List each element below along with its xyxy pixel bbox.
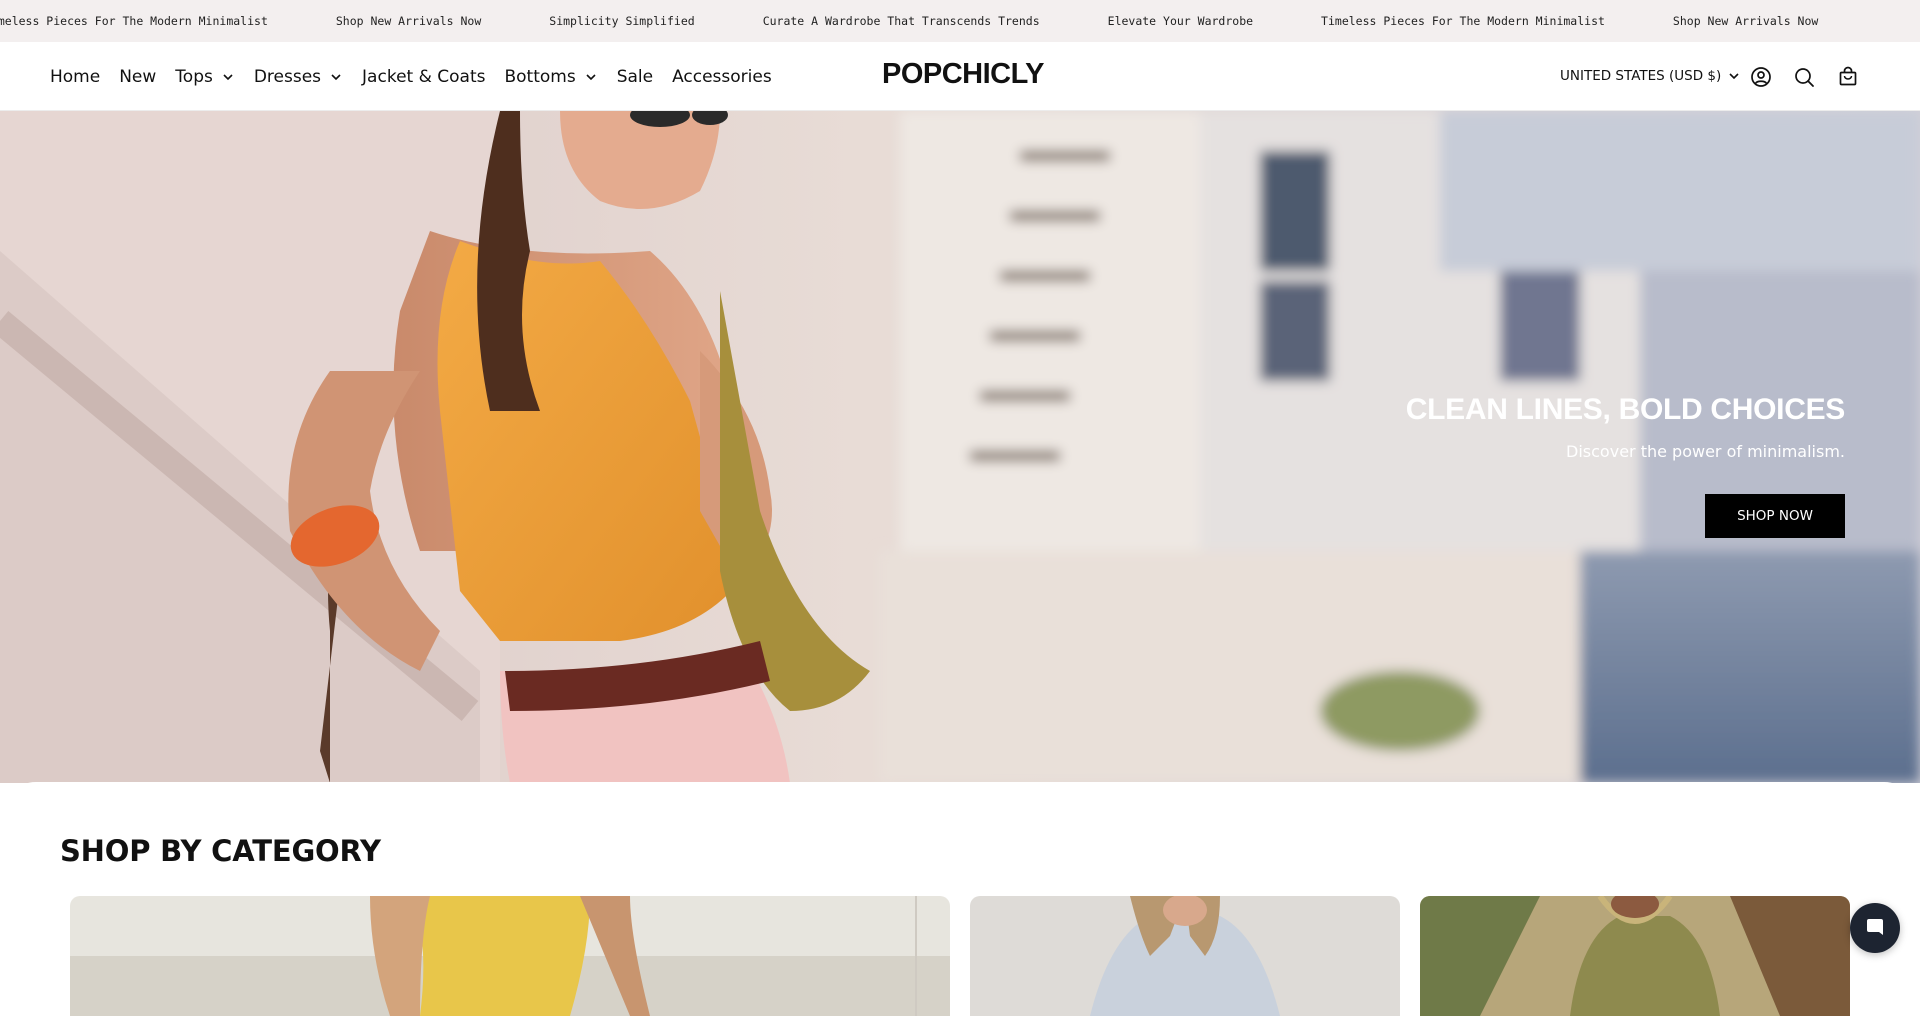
announcement-item: Timeless Pieces For The Modern Minimalis… [1321, 14, 1605, 28]
nav-item-label: Home [50, 66, 101, 87]
section-title: SHOP BY CATEGORY [60, 834, 381, 868]
hero-subtitle: Discover the power of minimalism. [1566, 442, 1845, 461]
nav-item-label: Dresses [253, 66, 322, 87]
shop-by-category: SHOP BY CATEGORY [0, 782, 1920, 1016]
chat-icon [1867, 919, 1883, 935]
main-nav: Home New Tops Dresses Jacket & Coats Bot… [50, 42, 791, 111]
chevron-down-icon [331, 73, 341, 80]
site-header: Home New Tops Dresses Jacket & Coats Bot… [0, 42, 1920, 111]
nav-item-jacket-coats[interactable]: Jacket & Coats [362, 67, 485, 87]
nav-item-home[interactable]: Home [50, 67, 100, 87]
category-card[interactable] [70, 896, 950, 1016]
announcement-item: Curate A Wardrobe That Transcends Trends [762, 14, 1040, 28]
nav-item-sale[interactable]: Sale [617, 67, 653, 87]
currency-label: UNITED STATES (USD $) [1560, 68, 1722, 84]
nav-item-new[interactable]: New [119, 67, 156, 87]
nav-item-bottoms[interactable]: Bottoms [504, 67, 597, 87]
announcement-item: Elevate Your Wardrobe [1107, 14, 1254, 28]
nav-item-accessories[interactable]: Accessories [672, 67, 772, 87]
nav-item-label: Sale [616, 66, 654, 87]
account-icon[interactable] [1750, 66, 1772, 88]
nav-item-dresses[interactable]: Dresses [254, 67, 343, 87]
category-image [970, 896, 1400, 1016]
site-logo[interactable]: POPCHICLY [882, 58, 1045, 91]
search-icon[interactable] [1793, 66, 1815, 88]
announcement-track: Timeless Pieces For The Modern Minimalis… [0, 0, 1886, 42]
nav-item-label: New [119, 66, 157, 87]
currency-selector[interactable]: UNITED STATES (USD $) [1560, 68, 1741, 84]
category-image [1420, 896, 1850, 1016]
announcement-item: Shop New Arrivals Now [335, 14, 482, 28]
shop-now-button[interactable]: SHOP NOW [1705, 494, 1845, 538]
announcement-bar: Timeless Pieces For The Modern Minimalis… [0, 0, 1920, 42]
cart-icon[interactable] [1837, 66, 1859, 88]
nav-item-label: Jacket & Coats [362, 66, 486, 87]
chat-button[interactable] [1850, 903, 1900, 953]
hero-banner: CLEAN LINES, BOLD CHOICES Discover the p… [0, 111, 1920, 783]
category-image [70, 896, 950, 1016]
announcement-item: Simplicity Simplified [549, 14, 695, 28]
chevron-down-icon [223, 73, 233, 80]
hero-title: CLEAN LINES, BOLD CHOICES [1405, 393, 1846, 426]
nav-item-label: Bottoms [504, 66, 576, 87]
category-card[interactable] [1420, 896, 1850, 1016]
announcement-item: Shop New Arrivals Now [1672, 14, 1819, 28]
nav-item-label: Tops [175, 66, 213, 87]
nav-item-tops[interactable]: Tops [175, 67, 235, 87]
category-card[interactable] [970, 896, 1400, 1016]
announcement-item: Timeless Pieces For The Modern Minimalis… [0, 14, 268, 28]
nav-item-label: Accessories [672, 66, 772, 87]
chevron-down-icon [1729, 73, 1739, 80]
chevron-down-icon [586, 73, 596, 80]
